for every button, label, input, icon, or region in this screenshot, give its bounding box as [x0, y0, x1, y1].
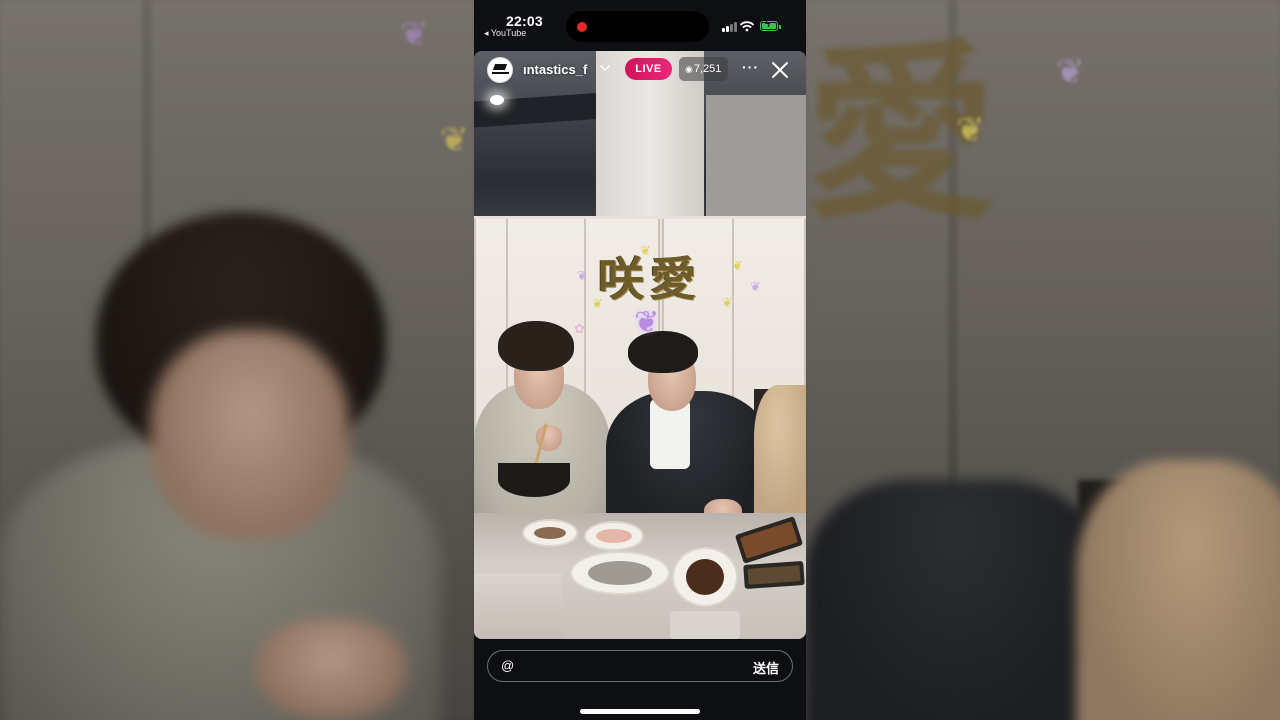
butterfly-decoration: ❦ [592, 296, 603, 311]
recording-indicator-icon [577, 22, 587, 32]
status-time: 22:03 [506, 13, 543, 29]
blurred-sweater [1076, 460, 1280, 720]
comment-bar[interactable]: @ 送信 [487, 650, 793, 682]
blurred-hand [256, 618, 406, 718]
butterfly-decoration: ❦ [722, 295, 733, 310]
back-to-app-link[interactable]: ◂ YouTube [484, 28, 526, 39]
butterfly-decoration: ❦ [1056, 53, 1085, 91]
live-header: ıntastics_f LIVE ◉7,251 ··· [474, 51, 806, 87]
home-indicator[interactable] [580, 709, 700, 714]
viewer-count: 7,251 [693, 63, 722, 75]
dynamic-island [566, 11, 709, 42]
bowl [498, 463, 570, 497]
screen: ❦ ❦ 愛 ❦ ❦ 22:03 ◂ YouTube ϟ 咲愛 ❦ ❦ ❦ ❦ ❦… [0, 0, 1280, 720]
mention-prefix: @ [501, 658, 515, 673]
blurred-backdrop-left: ❦ ❦ [0, 0, 474, 720]
butterfly-decoration: ❦ [640, 243, 651, 258]
close-icon[interactable] [770, 60, 790, 80]
butterfly-decoration: ❦ [440, 121, 469, 159]
butterfly-decoration: ❦ [732, 258, 743, 273]
plate [584, 521, 644, 551]
username[interactable]: ıntastics_f [523, 62, 587, 77]
person-right [754, 385, 806, 515]
butterfly-filter-icon: ❦ [634, 306, 660, 339]
comment-input[interactable] [516, 655, 740, 679]
send-button[interactable]: 送信 [753, 658, 779, 677]
more-options-button[interactable]: ··· [742, 59, 759, 75]
ceiling-light [490, 95, 504, 105]
blurred-backdrop-right: 愛 ❦ ❦ [806, 0, 1280, 720]
paper-bag [474, 573, 562, 639]
chevron-down-icon[interactable] [599, 61, 611, 79]
signal-icon [722, 22, 737, 32]
status-bar: 22:03 ◂ YouTube ϟ [474, 0, 806, 50]
butterfly-decoration: ❦ [750, 279, 761, 294]
eye-icon: ◉ [685, 64, 693, 74]
plate [570, 551, 670, 595]
profile-avatar[interactable] [487, 57, 513, 83]
butterfly-decoration: ❦ [400, 15, 429, 53]
butterfly-decoration: ✿ [574, 321, 585, 336]
plate [672, 547, 738, 607]
person-left-hair [498, 321, 574, 371]
live-badge: LIVE [625, 58, 672, 80]
butterfly-decoration: ❦ [956, 111, 985, 149]
live-video[interactable]: 咲愛 ❦ ❦ ❦ ❦ ❦ ❦ ✿ ❦ [474, 51, 806, 639]
blurred-face [150, 330, 350, 540]
food-tray [743, 560, 805, 590]
butterfly-decoration: ❦ [577, 268, 588, 283]
wifi-icon [740, 19, 754, 37]
viewer-count-badge[interactable]: ◉7,251 [679, 57, 728, 81]
cup [670, 611, 740, 639]
plate [522, 519, 578, 547]
blurred-jacket [806, 480, 1106, 720]
battery-charging-icon: ϟ [760, 19, 781, 31]
phone-screen: 22:03 ◂ YouTube ϟ 咲愛 ❦ ❦ ❦ ❦ ❦ ❦ ✿ ❦ ınt… [474, 0, 806, 720]
